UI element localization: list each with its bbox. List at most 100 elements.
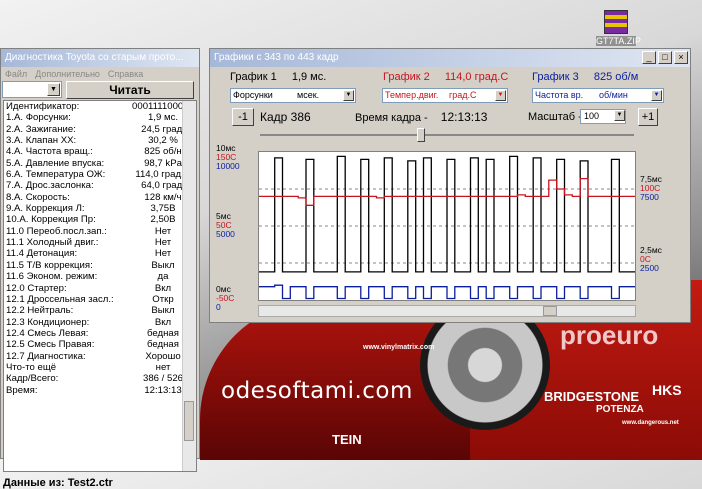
- read-button[interactable]: Читать: [66, 81, 194, 99]
- param-name: 5.А. Давление впуска:: [6, 157, 105, 169]
- param-name: Время:: [6, 384, 38, 396]
- param-name: 12.4 Смесь Левая:: [6, 327, 89, 339]
- close-button[interactable]: ×: [674, 51, 688, 64]
- graph2-combo-name: Темпер.двиг.: [385, 90, 439, 100]
- window-controls: _ □ ×: [642, 51, 688, 64]
- axis-left-mid: 5мс 50С 5000: [216, 212, 235, 239]
- param-row: 12.2 Нейтраль: Выкл: [4, 305, 196, 316]
- param-name: 8.А. Скорость:: [6, 191, 70, 203]
- graph1-header: График 1 1,9 мс.: [230, 71, 326, 83]
- bg-tein: TEIN: [332, 432, 362, 447]
- param-row: 7.А. Дрос.заслонка: 64,0 град.: [4, 180, 196, 191]
- scroll-thumb[interactable]: [184, 401, 194, 441]
- param-name: Кадр/Всего:: [6, 373, 59, 385]
- param-name: 7.А. Дрос.заслонка:: [6, 180, 94, 192]
- menu-help[interactable]: Справка: [108, 67, 143, 81]
- scale-caption: Масштаб -: [528, 111, 582, 123]
- param-row: 11.4 Детонация: Нет: [4, 248, 196, 259]
- menu-bar: Файл Дополнительно Справка: [1, 67, 199, 81]
- prev-frame-button[interactable]: -1: [232, 108, 254, 126]
- axis-label: 0: [216, 302, 221, 312]
- param-name: 11.6 Эконом. режим:: [6, 271, 98, 283]
- param-row: 11.0 Переоб.посл.зап.: Нет: [4, 226, 196, 237]
- diagnostics-window: Диагностика Toyota со старым прото... Фа…: [0, 48, 200, 489]
- port-combo[interactable]: ▼: [2, 81, 62, 98]
- graph2-value: 114,0 град.С: [444, 71, 509, 83]
- graph3-label: График 3: [532, 71, 579, 83]
- desktop-icon-label: GT7TA.ZIP: [596, 36, 641, 46]
- param-row: 11.1 Холодный двиг.: Нет: [4, 237, 196, 248]
- param-name: 11.5 Т/В коррекция:: [6, 259, 93, 271]
- window-title: Диагностика Toyota со старым прото...: [5, 52, 184, 63]
- param-name: 12.0 Стартер:: [6, 282, 67, 294]
- bg-potenza: POTENZA: [596, 404, 644, 415]
- params-scrollbar[interactable]: [182, 101, 196, 471]
- param-row: 10.А. Коррекция Пр: 2,50В: [4, 214, 196, 225]
- param-name: 12.1 Дроссельная засл.:: [6, 293, 114, 305]
- graph3-header: График 3 825 об/м: [532, 71, 638, 83]
- param-row: 6.А. Температура ОЖ: 114,0 град.C: [4, 169, 196, 180]
- graph1-label: График 1: [230, 71, 277, 83]
- watermark: odesoftami.com: [221, 378, 413, 404]
- graph2-combo-unit: град.С: [449, 90, 477, 100]
- graph1-combo-unit: мсек.: [297, 90, 320, 100]
- read-toolbar: ▼ Читать: [2, 81, 196, 99]
- maximize-button[interactable]: □: [658, 51, 672, 64]
- graph3-combo[interactable]: Частота вр. об/мин ▼: [532, 88, 664, 103]
- bg-bridgestone: BRIDGESTONE: [544, 389, 640, 404]
- graph3-combo-name: Частота вр.: [535, 90, 584, 100]
- diagnostics-titlebar[interactable]: Диагностика Toyota со старым прото...: [1, 49, 199, 67]
- frame-label: Кадр 386: [260, 110, 311, 124]
- time-caption-text: Время кадра -: [355, 112, 428, 124]
- chart-plot-area[interactable]: [258, 151, 636, 301]
- graph2-combo[interactable]: Темпер.двиг. град.С ▼: [382, 88, 508, 103]
- axis-label: 5000: [216, 229, 235, 239]
- param-name: 9.А. Коррекция Л:: [6, 203, 85, 215]
- chevron-down-icon[interactable]: ▼: [651, 90, 662, 101]
- param-name: 11.4 Детонация:: [6, 248, 78, 260]
- graph1-combo[interactable]: Форсунки мсек. ▼: [230, 88, 356, 103]
- axis-left-top: 10мс 150С 10000: [216, 144, 240, 171]
- bg-proeuro: proeuro: [560, 320, 659, 350]
- chevron-down-icon[interactable]: ▼: [343, 90, 354, 101]
- time-value: 12:13:13: [440, 110, 488, 124]
- chevron-down-icon[interactable]: ▼: [614, 110, 625, 121]
- menu-extra[interactable]: Дополнительно: [35, 67, 100, 81]
- graphs-titlebar[interactable]: Графики с 343 по 443 кадр _ □ ×: [210, 49, 690, 67]
- scale-value: 100: [584, 111, 600, 121]
- slider-track: [260, 134, 634, 136]
- param-row: 11.5 Т/В коррекция: Выкл: [4, 260, 196, 271]
- desktop-icon-zip[interactable]: GT7TA.ZIP: [596, 10, 641, 46]
- bg-vinyl: www.vinylmatrix.com: [363, 344, 435, 351]
- param-name: 11.1 Холодный двиг.:: [6, 237, 99, 249]
- minimize-button[interactable]: _: [642, 51, 656, 64]
- chevron-down-icon[interactable]: ▼: [495, 90, 506, 101]
- graph2-label: График 2: [383, 71, 430, 83]
- param-name: 2.А. Зажигание:: [6, 123, 76, 135]
- param-row: Кадр/Всего: 386 / 526: [4, 373, 196, 384]
- series-line-3: [259, 284, 635, 300]
- slider-knob[interactable]: [417, 128, 425, 142]
- graph1-combo-name: Форсунки: [233, 90, 273, 100]
- param-row: Время: 12:13:13: [4, 385, 196, 396]
- axis-right-upper: 7,5мс 100С 7500: [640, 175, 662, 202]
- graph3-combo-unit: об/мин: [599, 90, 628, 100]
- param-row: 3.А. Клапан ХХ: 30,2 %: [4, 135, 196, 146]
- scroll-thumb[interactable]: [543, 306, 557, 316]
- chevron-down-icon[interactable]: ▼: [47, 83, 60, 96]
- param-row: 2.А. Зажигание: 24,5 град.: [4, 124, 196, 135]
- time-caption: Время кадра - 12:13:13: [355, 108, 487, 127]
- menu-file[interactable]: Файл: [5, 67, 27, 81]
- next-frame-button[interactable]: +1: [638, 108, 658, 126]
- params-list[interactable]: Идентификатор: 000111100001 1.А. Форсунки:…: [3, 100, 197, 472]
- scale-combo[interactable]: 100 ▼: [580, 109, 626, 124]
- chart-hscroll[interactable]: [258, 305, 636, 317]
- param-name: 12.3 Кондиционер:: [6, 316, 90, 328]
- graph3-value: 825 об/м: [593, 71, 639, 83]
- param-row: 5.А. Давление впуска: 98,7 kPa: [4, 158, 196, 169]
- graphs-window: Графики с 343 по 443 кадр _ □ × График 1…: [209, 48, 691, 323]
- bg-dangerous: www.dangerous.net: [622, 420, 679, 426]
- frame-slider[interactable]: [260, 128, 634, 142]
- param-name: 10.А. Коррекция Пр:: [6, 214, 96, 226]
- bg-hks: HKS: [652, 382, 682, 398]
